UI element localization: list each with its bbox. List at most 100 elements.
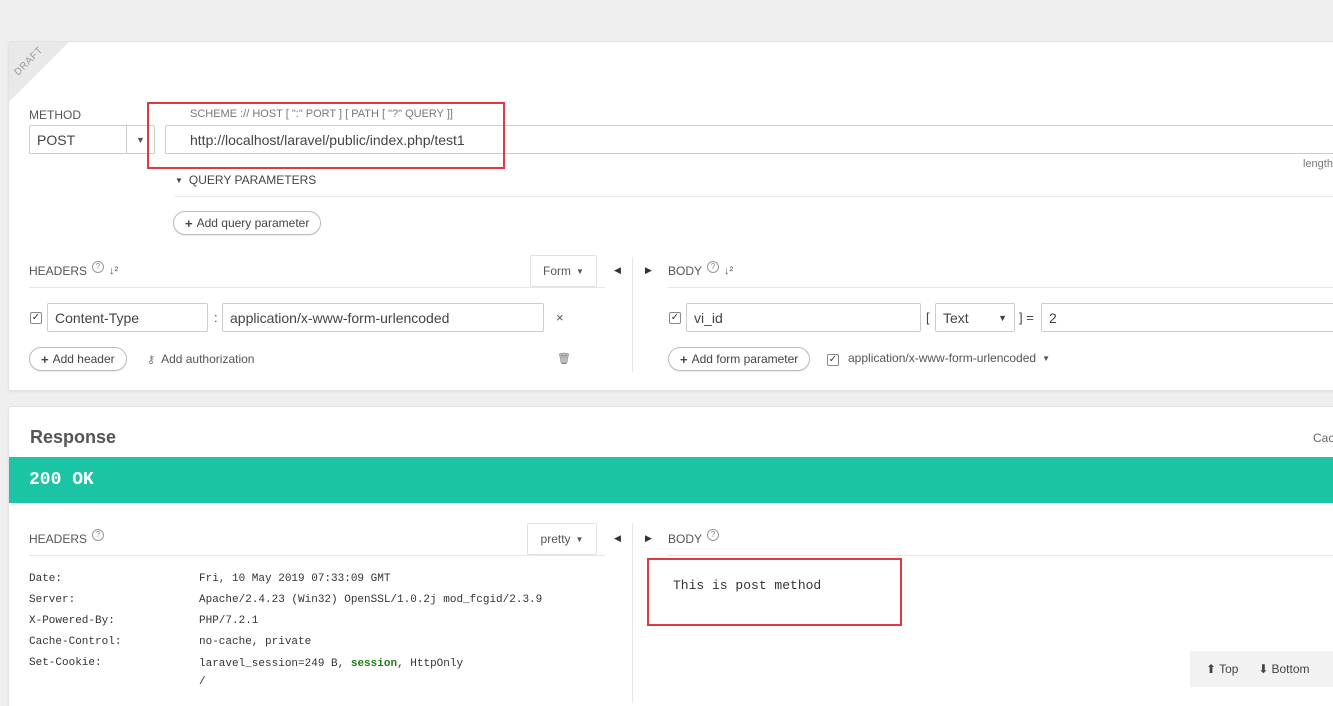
chevron-down-icon: ▼ [998, 312, 1007, 323]
method-label: METHOD [29, 108, 81, 122]
query-parameters-toggle[interactable]: ▼ QUERY PARAMETERS [175, 173, 316, 187]
header-separator: : [214, 310, 218, 325]
headers-title: HEADERS ? ↓² [29, 261, 118, 278]
header-name-value: Content-Type [55, 309, 140, 326]
status-text: 200 OK [29, 470, 94, 490]
method-value: POST [37, 131, 76, 148]
collapse-left-icon[interactable]: ◀ [614, 533, 621, 544]
body-param-enabled-checkbox[interactable]: ✓ [669, 312, 681, 324]
response-body-title-text: BODY [668, 532, 703, 546]
open-bracket: [ [926, 310, 930, 325]
collapse-right-icon[interactable]: ▶ [645, 533, 652, 544]
add-header-button[interactable]: + Add header [29, 347, 127, 371]
scroll-bottom-label: Bottom [1271, 662, 1310, 676]
header-key: X-Powered-By: [29, 615, 115, 627]
cache-label: Cac [1313, 431, 1333, 445]
trash-icon[interactable]: 🗑 [557, 352, 571, 365]
form-tab-label: Form [543, 264, 572, 278]
sort-icon[interactable]: ↓² [109, 265, 118, 277]
caret-down-icon: ▼ [1042, 353, 1050, 363]
help-icon[interactable]: ? [707, 529, 720, 541]
header-value: laravel_session=249 B, session, HttpOnly [199, 658, 463, 670]
plus-icon: + [185, 215, 193, 231]
key-icon: ⚷ [147, 353, 156, 366]
add-authorization-label: Add authorization [161, 352, 255, 366]
scroll-top-label: Top [1219, 662, 1239, 676]
header-value-input[interactable]: application/x-www-form-urlencoded [222, 303, 544, 332]
arrow-down-circle-icon: ⬇ [1258, 662, 1269, 676]
help-icon[interactable]: ? [92, 529, 105, 541]
header-key: Set-Cookie: [29, 657, 102, 669]
scroll-bottom-button[interactable]: ⬇ Bottom [1258, 662, 1309, 676]
highlight-box [647, 558, 902, 626]
body-param-type-select[interactable]: Text ▼ [935, 303, 1015, 332]
cookie-suffix: HttpOnly [410, 658, 464, 670]
header-name-input[interactable]: Content-Type [47, 303, 208, 332]
scroll-top-button[interactable]: ⬆ Top [1206, 662, 1238, 676]
plus-icon: + [680, 351, 688, 367]
body-title-text: BODY [668, 264, 703, 278]
method-select[interactable]: POST ▼ [29, 125, 155, 154]
header-value: no-cache, private [199, 636, 312, 648]
cookie-keyword: session, [350, 658, 404, 670]
request-panel: DRAFT METHOD POST ▼ SCHEME :// HOST [ ":… [8, 41, 1333, 391]
help-icon[interactable]: ? [92, 261, 105, 273]
response-headers-title: HEADERS ? [29, 529, 105, 546]
header-enabled-checkbox[interactable]: ✓ [30, 312, 42, 324]
content-type-value: application/x-www-form-urlencoded [848, 351, 1037, 365]
divider [668, 287, 1333, 288]
caret-down-icon: ▼ [575, 534, 584, 544]
headers-title-text: HEADERS [29, 264, 88, 278]
response-title: Response [30, 427, 117, 447]
arrow-up-circle-icon: ⬆ [1206, 662, 1217, 676]
body-param-name-input[interactable]: vi_id [686, 303, 921, 332]
divider [175, 196, 1333, 197]
add-form-parameter-button[interactable]: + Add form parameter [668, 347, 811, 371]
body-param-value-input[interactable]: 2 [1041, 303, 1333, 332]
remove-header-icon[interactable]: × [556, 310, 564, 325]
response-headers-title-text: HEADERS [29, 532, 88, 546]
cookie-line-2: / [199, 676, 206, 688]
header-key: Server: [29, 594, 76, 606]
query-parameters-label: QUERY PARAMETERS [188, 173, 317, 187]
plus-icon: + [41, 351, 49, 367]
header-value: Apache/2.4.23 (Win32) OpenSSL/1.0.2j mod… [199, 594, 543, 606]
column-divider [632, 257, 633, 372]
add-query-parameter-label: Add query parameter [196, 216, 310, 230]
add-form-parameter-label: Add form parameter [691, 352, 799, 366]
draft-ribbon: DRAFT [9, 42, 69, 102]
body-param-name-value: vi_id [694, 309, 723, 326]
header-value: PHP/7.2.1 [199, 615, 259, 627]
add-query-parameter-button[interactable]: + Add query parameter [173, 211, 322, 235]
add-authorization-link[interactable]: ⚷ Add authorization [147, 352, 254, 366]
collapse-left-icon[interactable]: ◀ [614, 265, 621, 276]
header-key: Date: [29, 573, 63, 585]
cookie-prefix: laravel_session=249 B, [199, 658, 345, 670]
divider [29, 555, 605, 556]
response-panel: Response Cac 200 OK HEADERS ? pretty ▼ ◀… [8, 406, 1333, 706]
column-divider [632, 523, 633, 703]
response-body-title: BODY ? [668, 529, 720, 546]
content-type-checkbox[interactable]: ✓ [827, 354, 839, 366]
pretty-mode-label: pretty [540, 532, 571, 546]
close-bracket: ] = [1019, 310, 1034, 325]
scroll-nav: ⬆ Top ⬇ Bottom [1190, 651, 1333, 687]
body-param-type-value: Text [943, 309, 969, 326]
url-length-label: length [1303, 158, 1333, 170]
body-param-value-text: 2 [1049, 309, 1057, 326]
sort-icon[interactable]: ↓² [724, 265, 733, 277]
body-title: BODY ? ↓² [668, 261, 733, 278]
status-bar: 200 OK [9, 457, 1333, 503]
add-header-label: Add header [52, 352, 115, 366]
divider [29, 287, 605, 288]
content-type-select[interactable]: application/x-www-form-urlencoded ▼ [848, 351, 1050, 365]
pretty-mode-tab[interactable]: pretty ▼ [527, 523, 597, 555]
caret-down-icon: ▼ [576, 266, 584, 276]
header-value: Fri, 10 May 2019 07:33:09 GMT [199, 573, 391, 585]
collapse-right-icon[interactable]: ▶ [645, 265, 652, 276]
help-icon[interactable]: ? [707, 261, 720, 273]
headers-form-tab[interactable]: Form ▼ [530, 255, 597, 287]
caret-down-icon: ▼ [175, 175, 183, 185]
divider [668, 555, 1333, 556]
highlight-box [147, 102, 505, 169]
